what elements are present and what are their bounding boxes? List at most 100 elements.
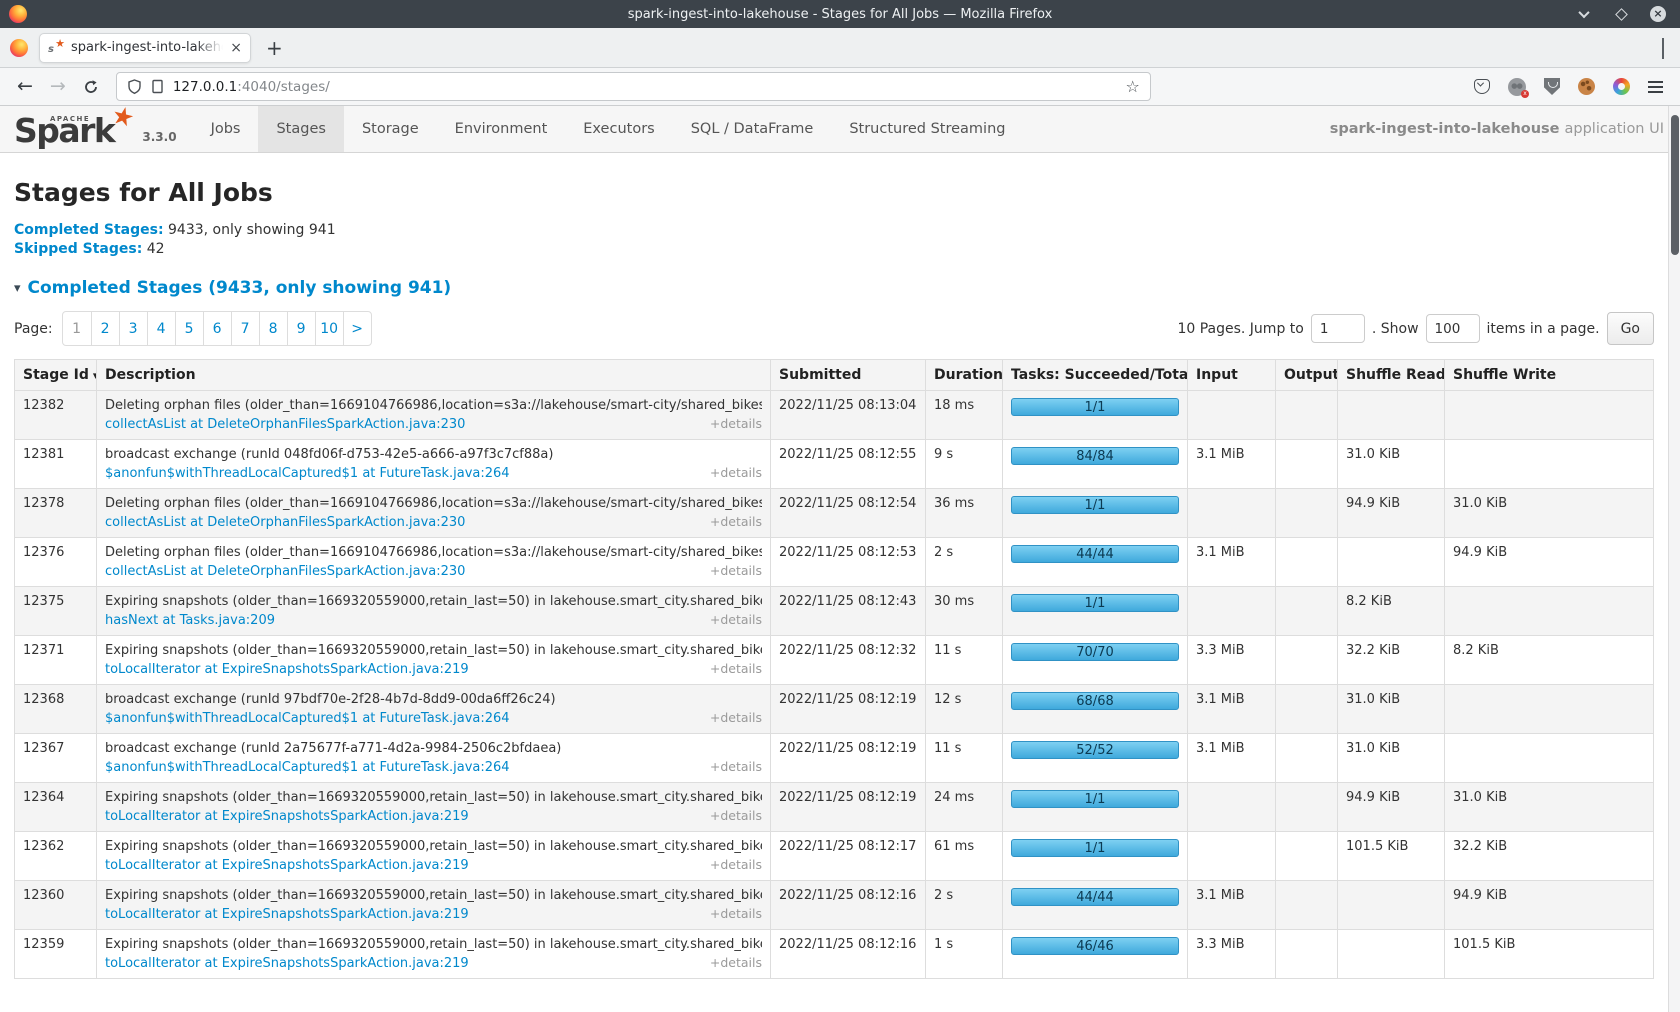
page-button-10[interactable]: 10 <box>315 312 343 345</box>
bookmark-star-icon[interactable]: ☆ <box>1126 77 1140 96</box>
header-output[interactable]: Output <box>1276 360 1338 391</box>
minimize-button[interactable] <box>1576 6 1592 22</box>
nav-item-sql-dataframe[interactable]: SQL / DataFrame <box>673 106 832 152</box>
reload-button[interactable] <box>83 79 99 95</box>
menu-hamburger-icon[interactable] <box>1648 86 1663 88</box>
stage-callsite-link[interactable]: hasNext at Tasks.java:209 <box>105 613 275 628</box>
header-description[interactable]: Description <box>97 360 771 391</box>
stage-callsite-link[interactable]: collectAsList at DeleteOrphanFilesSparkA… <box>105 515 465 530</box>
output-cell <box>1276 783 1338 832</box>
page-info-icon[interactable] <box>151 79 164 94</box>
page-button-7[interactable]: 7 <box>231 312 259 345</box>
details-toggle[interactable]: +details <box>710 857 762 872</box>
maximize-button[interactable] <box>1613 6 1629 22</box>
page-button-6[interactable]: 6 <box>203 312 231 345</box>
stage-description: Deleting orphan files (older_than=166910… <box>105 398 762 413</box>
stage-callsite-link[interactable]: toLocalIterator at ExpireSnapshotsSparkA… <box>105 809 469 824</box>
details-toggle[interactable]: +details <box>710 710 762 725</box>
details-toggle[interactable]: +details <box>710 514 762 529</box>
details-toggle[interactable]: +details <box>710 661 762 676</box>
completed-stages-link[interactable]: Completed Stages: <box>14 222 164 238</box>
details-toggle[interactable]: +details <box>710 759 762 774</box>
scrollbar-thumb[interactable] <box>1671 115 1679 255</box>
skipped-stages-link[interactable]: Skipped Stages: <box>14 241 142 257</box>
shield-permissions-icon[interactable] <box>127 79 142 95</box>
page-size-input[interactable] <box>1426 314 1480 343</box>
stage-callsite-link[interactable]: toLocalIterator at ExpireSnapshotsSparkA… <box>105 907 469 922</box>
details-toggle[interactable]: +details <box>710 465 762 480</box>
extension-pinwheel-icon[interactable] <box>1613 78 1630 95</box>
page-button-3[interactable]: 3 <box>119 312 147 345</box>
submitted-cell: 2022/11/25 08:12:19 <box>771 685 926 734</box>
cookie-extension-icon[interactable] <box>1578 78 1595 95</box>
url-bar[interactable]: 127.0.0.1:4040/stages/ ☆ <box>116 72 1151 101</box>
stage-callsite-link[interactable]: collectAsList at DeleteOrphanFilesSparkA… <box>105 417 465 432</box>
table-row: 12381 broadcast exchange (runId 048fd06f… <box>15 440 1654 489</box>
table-row: 12378 Deleting orphan files (older_than=… <box>15 489 1654 538</box>
stage-callsite-link[interactable]: collectAsList at DeleteOrphanFilesSparkA… <box>105 564 465 579</box>
stage-callsite-link[interactable]: $anonfun$withThreadLocalCaptured$1 at Fu… <box>105 760 510 775</box>
go-button[interactable]: Go <box>1607 312 1654 345</box>
tab-close-button[interactable]: × <box>230 41 242 55</box>
submitted-cell: 2022/11/25 08:12:16 <box>771 930 926 979</box>
stage-callsite-link[interactable]: toLocalIterator at ExpireSnapshotsSparkA… <box>105 956 469 971</box>
page-button-2[interactable]: 2 <box>91 312 119 345</box>
header-tasks[interactable]: Tasks: Succeeded/Total <box>1003 360 1188 391</box>
url-text[interactable]: 127.0.0.1:4040/stages/ <box>173 79 330 95</box>
table-row: 12375 Expiring snapshots (older_than=166… <box>15 587 1654 636</box>
header-input[interactable]: Input <box>1188 360 1276 391</box>
list-tabs-button[interactable] <box>1662 38 1664 57</box>
details-toggle[interactable]: +details <box>710 416 762 431</box>
stage-id-cell: 12375 <box>15 587 97 636</box>
stage-id-cell: 12378 <box>15 489 97 538</box>
description-cell: broadcast exchange (runId 2a75677f-a771-… <box>97 734 771 783</box>
tasks-cell: 1/1 <box>1003 489 1188 538</box>
header-shuffle-write[interactable]: Shuffle Write <box>1445 360 1654 391</box>
nav-item-jobs[interactable]: Jobs <box>193 106 259 152</box>
page-button-9[interactable]: 9 <box>287 312 315 345</box>
header-stage-id[interactable]: Stage Id▾ <box>15 360 97 391</box>
details-toggle[interactable]: +details <box>710 955 762 970</box>
nav-item-executors[interactable]: Executors <box>565 106 672 152</box>
stage-callsite-link[interactable]: $anonfun$withThreadLocalCaptured$1 at Fu… <box>105 466 510 481</box>
stage-id-cell: 12376 <box>15 538 97 587</box>
nav-item-storage[interactable]: Storage <box>344 106 437 152</box>
reload-icon <box>83 79 99 95</box>
stage-callsite-link[interactable]: toLocalIterator at ExpireSnapshotsSparkA… <box>105 662 469 677</box>
tasks-progress-bar: 52/52 <box>1011 741 1179 759</box>
page-button-5[interactable]: 5 <box>175 312 203 345</box>
nav-item-environment[interactable]: Environment <box>437 106 566 152</box>
stage-callsite-link[interactable]: $anonfun$withThreadLocalCaptured$1 at Fu… <box>105 711 510 726</box>
header-submitted[interactable]: Submitted <box>771 360 926 391</box>
details-toggle[interactable]: +details <box>710 906 762 921</box>
spark-logo[interactable]: APACHE Spark ★ 3.3.0 <box>0 106 181 152</box>
page-button-1[interactable]: 1 <box>63 312 91 345</box>
jump-to-input[interactable] <box>1311 314 1365 343</box>
output-cell <box>1276 734 1338 783</box>
description-cell: broadcast exchange (runId 97bdf70e-2f28-… <box>97 685 771 734</box>
shuffle-read-cell <box>1338 930 1445 979</box>
next-page-button[interactable]: > <box>343 312 371 345</box>
browser-tab[interactable]: ★ s spark-ingest-into-lakehous × <box>39 33 251 63</box>
browser-toolbar: ← → 127.0.0.1:4040/stages/ ☆ x <box>0 68 1680 106</box>
header-duration[interactable]: Duration <box>926 360 1003 391</box>
page-button-4[interactable]: 4 <box>147 312 175 345</box>
completed-stages-section-toggle[interactable]: ▾ Completed Stages (9433, only showing 9… <box>14 278 1654 298</box>
close-window-button[interactable]: × <box>1650 6 1666 22</box>
tasks-cell: 46/46 <box>1003 930 1188 979</box>
page-scrollbar[interactable] <box>1668 106 1680 1012</box>
pocket-icon[interactable] <box>1474 79 1490 94</box>
ublock-origin-icon[interactable] <box>1544 78 1560 95</box>
nav-item-stages[interactable]: Stages <box>258 106 343 152</box>
shuffle-read-cell: 31.0 KiB <box>1338 734 1445 783</box>
nav-item-structured-streaming[interactable]: Structured Streaming <box>831 106 1023 152</box>
details-toggle[interactable]: +details <box>710 563 762 578</box>
page-button-8[interactable]: 8 <box>259 312 287 345</box>
details-toggle[interactable]: +details <box>710 808 762 823</box>
details-toggle[interactable]: +details <box>710 612 762 627</box>
header-shuffle-read[interactable]: Shuffle Read <box>1338 360 1445 391</box>
back-button[interactable]: ← <box>17 77 33 96</box>
stage-callsite-link[interactable]: toLocalIterator at ExpireSnapshotsSparkA… <box>105 858 469 873</box>
extension-mask-icon[interactable]: x <box>1508 78 1526 96</box>
new-tab-button[interactable]: + <box>266 36 283 60</box>
